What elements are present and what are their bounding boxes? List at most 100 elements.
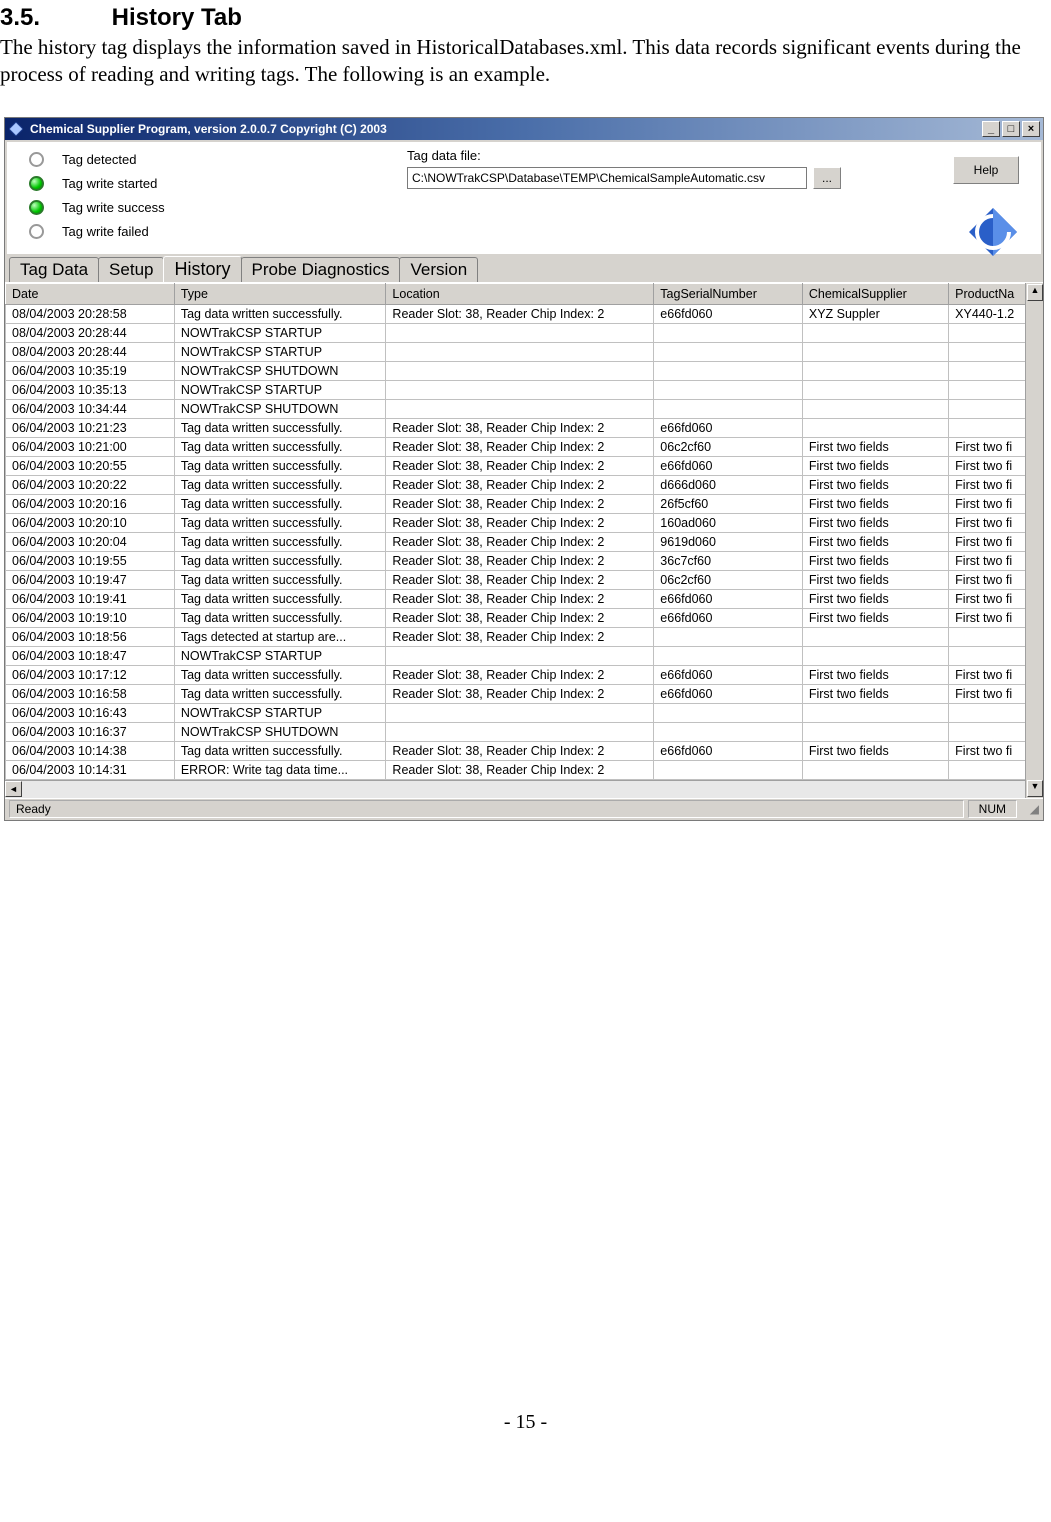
table-row[interactable]: 06/04/2003 10:19:10Tag data written succ… (6, 608, 1037, 627)
app-window: Chemical Supplier Program, version 2.0.0… (4, 117, 1044, 821)
table-row[interactable]: 06/04/2003 10:19:47Tag data written succ… (6, 570, 1037, 589)
maximize-button[interactable]: □ (1002, 121, 1020, 137)
column-header[interactable]: Date (6, 283, 175, 304)
cell-chem: First two fields (802, 684, 948, 703)
tag-data-file-input[interactable] (407, 167, 807, 189)
status-led-row: Tag write success (17, 196, 407, 220)
tab-version[interactable]: Version (399, 257, 478, 283)
cell-loc: Reader Slot: 38, Reader Chip Index: 2 (386, 513, 654, 532)
table-row[interactable]: 06/04/2003 10:19:41Tag data written succ… (6, 589, 1037, 608)
table-row[interactable]: 06/04/2003 10:16:37NOWTrakCSP SHUTDOWN (6, 722, 1037, 741)
table-row[interactable]: 06/04/2003 10:14:38Tag data written succ… (6, 741, 1037, 760)
cell-date: 06/04/2003 10:19:55 (6, 551, 175, 570)
cell-tag (654, 342, 803, 361)
cell-type: Tag data written successfully. (174, 494, 386, 513)
cell-type: Tag data written successfully. (174, 456, 386, 475)
browse-button[interactable]: ... (813, 167, 841, 189)
tab-probe-diagnostics[interactable]: Probe Diagnostics (241, 257, 401, 283)
resize-grip-icon[interactable]: ◢ (1021, 802, 1039, 816)
table-row[interactable]: 06/04/2003 10:20:10Tag data written succ… (6, 513, 1037, 532)
column-header[interactable]: Location (386, 283, 654, 304)
scroll-up-icon[interactable]: ▲ (1027, 284, 1043, 301)
cell-chem: First two fields (802, 741, 948, 760)
cell-chem: First two fields (802, 475, 948, 494)
cell-loc: Reader Slot: 38, Reader Chip Index: 2 (386, 608, 654, 627)
cell-prod: First two fi (949, 456, 1037, 475)
cell-date: 06/04/2003 10:18:47 (6, 646, 175, 665)
table-row[interactable]: 06/04/2003 10:34:44NOWTrakCSP SHUTDOWN (6, 399, 1037, 418)
column-header[interactable]: ProductNa (949, 283, 1037, 304)
column-header[interactable]: TagSerialNumber (654, 283, 803, 304)
tab-tag-data[interactable]: Tag Data (9, 257, 99, 283)
cell-date: 06/04/2003 10:16:58 (6, 684, 175, 703)
column-header[interactable]: Type (174, 283, 386, 304)
scroll-left-icon[interactable]: ◄ (5, 781, 22, 797)
table-row[interactable]: 06/04/2003 10:35:13NOWTrakCSP STARTUP (6, 380, 1037, 399)
cell-prod (949, 760, 1037, 779)
table-row[interactable]: 06/04/2003 10:20:55Tag data written succ… (6, 456, 1037, 475)
cell-chem (802, 760, 948, 779)
table-row[interactable]: 06/04/2003 10:16:43NOWTrakCSP STARTUP (6, 703, 1037, 722)
cell-loc: Reader Slot: 38, Reader Chip Index: 2 (386, 456, 654, 475)
cell-prod (949, 703, 1037, 722)
cell-chem: First two fields (802, 570, 948, 589)
cell-date: 06/04/2003 10:20:55 (6, 456, 175, 475)
status-led-label: Tag write started (62, 176, 157, 191)
cell-date: 08/04/2003 20:28:44 (6, 342, 175, 361)
table-row[interactable]: 08/04/2003 20:28:44NOWTrakCSP STARTUP (6, 323, 1037, 342)
tab-setup[interactable]: Setup (98, 257, 164, 283)
cell-loc (386, 399, 654, 418)
cell-chem: First two fields (802, 532, 948, 551)
history-grid-wrap: DateTypeLocationTagSerialNumberChemicalS… (5, 282, 1043, 798)
cell-loc: Reader Slot: 38, Reader Chip Index: 2 (386, 475, 654, 494)
cell-loc: Reader Slot: 38, Reader Chip Index: 2 (386, 760, 654, 779)
cell-type: NOWTrakCSP STARTUP (174, 342, 386, 361)
cell-loc: Reader Slot: 38, Reader Chip Index: 2 (386, 494, 654, 513)
cell-loc (386, 722, 654, 741)
cell-date: 06/04/2003 10:18:56 (6, 627, 175, 646)
help-button[interactable]: Help (953, 156, 1019, 184)
cell-prod: First two fi (949, 684, 1037, 703)
cell-loc: Reader Slot: 38, Reader Chip Index: 2 (386, 684, 654, 703)
cell-loc (386, 323, 654, 342)
column-header[interactable]: ChemicalSupplier (802, 283, 948, 304)
close-button[interactable]: × (1022, 121, 1040, 137)
cell-tag (654, 399, 803, 418)
table-row[interactable]: 06/04/2003 10:14:31ERROR: Write tag data… (6, 760, 1037, 779)
table-row[interactable]: 06/04/2003 10:20:16Tag data written succ… (6, 494, 1037, 513)
table-row[interactable]: 06/04/2003 10:21:00Tag data written succ… (6, 437, 1037, 456)
top-panel: Tag detectedTag write startedTag write s… (5, 140, 1043, 256)
cell-type: Tag data written successfully. (174, 589, 386, 608)
tab-history[interactable]: History (163, 256, 241, 282)
cell-tag (654, 380, 803, 399)
table-row[interactable]: 06/04/2003 10:35:19NOWTrakCSP SHUTDOWN (6, 361, 1037, 380)
cell-chem: First two fields (802, 494, 948, 513)
scroll-down-icon[interactable]: ▼ (1027, 780, 1043, 797)
table-row[interactable]: 06/04/2003 10:20:22Tag data written succ… (6, 475, 1037, 494)
table-row[interactable]: 06/04/2003 10:16:58Tag data written succ… (6, 684, 1037, 703)
vertical-scrollbar[interactable]: ▲ ▼ (1025, 283, 1043, 798)
table-row[interactable]: 06/04/2003 10:21:23Tag data written succ… (6, 418, 1037, 437)
cell-type: Tag data written successfully. (174, 665, 386, 684)
cell-date: 06/04/2003 10:21:23 (6, 418, 175, 437)
table-row[interactable]: 08/04/2003 20:28:44NOWTrakCSP STARTUP (6, 342, 1037, 361)
minimize-button[interactable]: _ (982, 121, 1000, 137)
table-row[interactable]: 06/04/2003 10:20:04Tag data written succ… (6, 532, 1037, 551)
cell-date: 06/04/2003 10:16:43 (6, 703, 175, 722)
cell-prod: First two fi (949, 608, 1037, 627)
table-row[interactable]: 08/04/2003 20:28:58Tag data written succ… (6, 304, 1037, 323)
grid-header-row: DateTypeLocationTagSerialNumberChemicalS… (6, 283, 1037, 304)
cell-tag: e66fd060 (654, 608, 803, 627)
cell-loc: Reader Slot: 38, Reader Chip Index: 2 (386, 589, 654, 608)
cell-type: NOWTrakCSP STARTUP (174, 646, 386, 665)
cell-tag: d666d060 (654, 475, 803, 494)
table-row[interactable]: 06/04/2003 10:19:55Tag data written succ… (6, 551, 1037, 570)
cell-chem: First two fields (802, 665, 948, 684)
table-row[interactable]: 06/04/2003 10:17:12Tag data written succ… (6, 665, 1037, 684)
section-heading: 3.5. History Tab (0, 4, 1051, 32)
cell-tag (654, 627, 803, 646)
cell-tag (654, 361, 803, 380)
horizontal-scrollbar[interactable]: ◄ ► (5, 780, 1043, 798)
table-row[interactable]: 06/04/2003 10:18:47NOWTrakCSP STARTUP (6, 646, 1037, 665)
table-row[interactable]: 06/04/2003 10:18:56Tags detected at star… (6, 627, 1037, 646)
